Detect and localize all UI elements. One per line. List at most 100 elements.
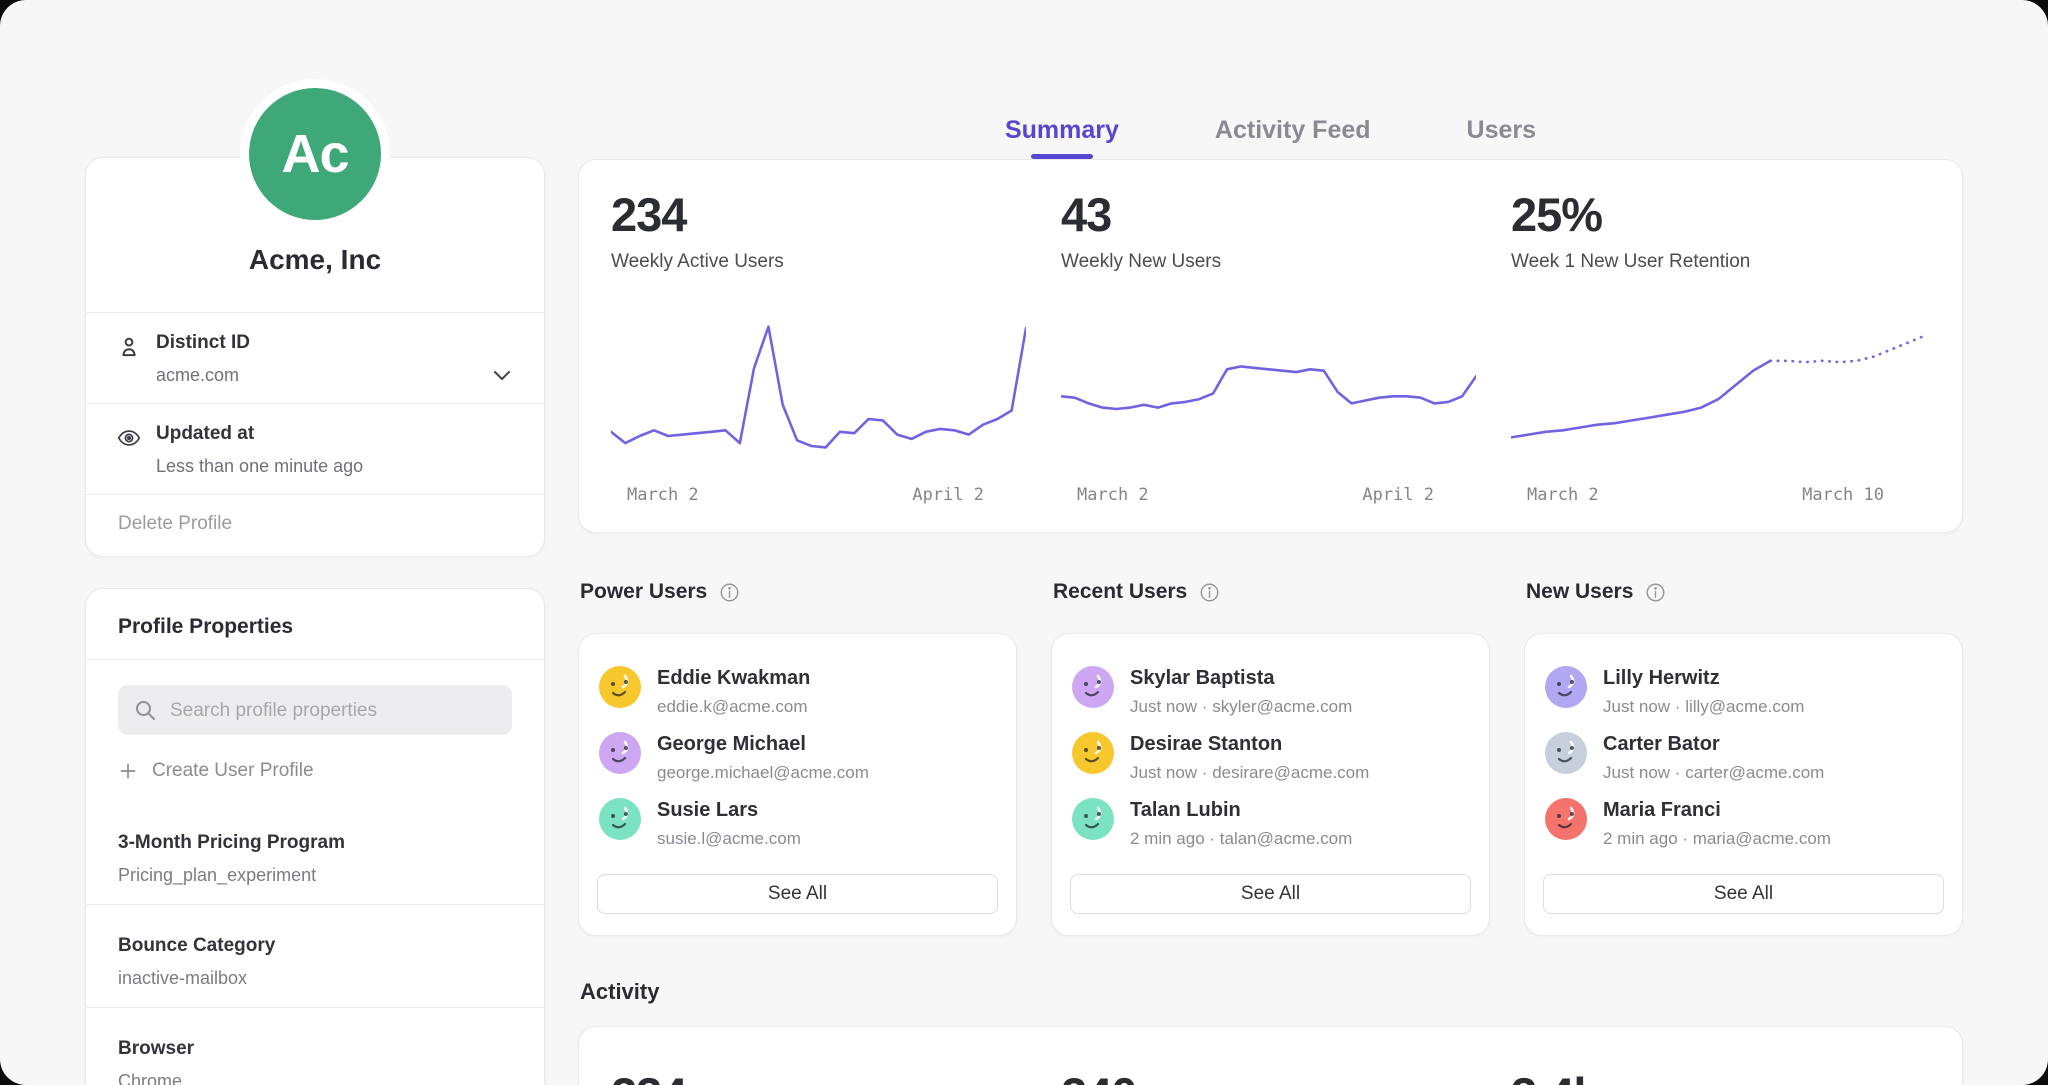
tab-users[interactable]: Users: [1465, 112, 1539, 159]
user-list-item[interactable]: Susie Lars susie.l@acme.com: [599, 798, 994, 849]
user-list-item[interactable]: Skylar BaptistaJust now · skyler@acme.co…: [1072, 666, 1467, 717]
eye-icon: [116, 425, 142, 451]
user-name: Maria Franci: [1603, 798, 1831, 822]
company-avatar: Ac: [249, 88, 381, 220]
section-header: New Users: [1526, 578, 1963, 606]
property-row-browser[interactable]: Browser Chrome: [86, 1007, 544, 1085]
tab-summary[interactable]: Summary: [1003, 112, 1121, 159]
user-name: Carter Bator: [1603, 732, 1824, 756]
chart-x-axis: March 2 March 10: [1511, 485, 1926, 505]
user-info: Talan Lubin2 min ago · talan@acme.com: [1130, 798, 1352, 849]
chart-x-axis: March 2 April 2: [1061, 485, 1476, 505]
user-detail: eddie.k@acme.com: [657, 697, 810, 717]
search-input[interactable]: [168, 685, 500, 737]
user-name: Susie Lars: [657, 798, 801, 822]
user-detail: susie.l@acme.com: [657, 829, 801, 849]
profile-field-distinct-id[interactable]: Distinct ID acme.com: [86, 313, 544, 404]
see-all-button[interactable]: See All: [1543, 874, 1944, 914]
activity-stat-value: 234: [611, 1071, 1026, 1085]
profile-field-value: acme.com: [156, 365, 512, 386]
user-name: Skylar Baptista: [1130, 666, 1352, 690]
property-row-3-month-pricing-program[interactable]: 3-Month Pricing Program Pricing_plan_expe…: [86, 802, 544, 904]
stat-label: Weekly New Users: [1061, 251, 1476, 273]
info-icon[interactable]: [1198, 581, 1221, 604]
user-name: Talan Lubin: [1130, 798, 1352, 822]
line-chart-weekly-active-users: [611, 313, 1026, 471]
activity-stat: 240: [1061, 1071, 1476, 1085]
x-axis-end-label: April 2: [1362, 485, 1434, 505]
user-name: George Michael: [657, 732, 869, 756]
user-avatar: [599, 798, 641, 840]
user-list-item[interactable]: Talan Lubin2 min ago · talan@acme.com: [1072, 798, 1467, 849]
property-value: Pricing_plan_experiment: [118, 865, 512, 886]
create-user-profile-button[interactable]: Create User Profile: [118, 760, 512, 782]
activity-stat-value: 240: [1061, 1071, 1476, 1085]
user-name: Lilly Herwitz: [1603, 666, 1804, 690]
property-row-bounce-category[interactable]: Bounce Categoryinactive-mailbox: [86, 904, 544, 1007]
tab-bar: Summary Activity Feed Users: [578, 112, 1963, 159]
chevron-down-icon[interactable]: [490, 363, 514, 387]
summary-stat-weekly-active-users: 234 Weekly Active Users March 2 April 2: [611, 191, 1026, 532]
x-axis-start-label: March 2: [627, 485, 699, 505]
user-name: Eddie Kwakman: [657, 666, 810, 690]
property-value: Chrome: [118, 1071, 512, 1085]
line-chart-weekly-new-users: [1061, 313, 1476, 471]
profile-field-updated-at: Updated atLess than one minute ago: [86, 404, 544, 495]
user-avatar: [1545, 732, 1587, 774]
property-value: inactive-mailbox: [118, 968, 512, 989]
user-list-item[interactable]: Carter Bator Just now · carter@acme.com: [1545, 732, 1940, 783]
stat-label: Weekly Active Users: [611, 251, 1026, 273]
user-list-item[interactable]: George Michael george.michael@acme.com: [599, 732, 994, 783]
user-info: Skylar BaptistaJust now · skyler@acme.co…: [1130, 666, 1352, 717]
section-header: Power Users: [580, 578, 1017, 606]
user-info: Lilly HerwitzJust now · lilly@acme.com: [1603, 666, 1804, 717]
see-all-button[interactable]: See All: [1070, 874, 1471, 914]
user-list-item[interactable]: Maria Franci2 min ago · maria@acme.com: [1545, 798, 1940, 849]
delete-profile-button[interactable]: Delete Profile: [86, 495, 544, 553]
info-icon[interactable]: [1644, 581, 1667, 604]
stat-value: 25%: [1511, 191, 1926, 238]
stat-label: Week 1 New User Retention: [1511, 251, 1926, 273]
see-all-button[interactable]: See All: [597, 874, 998, 914]
user-info: Carter Bator Just now · carter@acme.com: [1603, 732, 1824, 783]
user-list-item[interactable]: Lilly HerwitzJust now · lilly@acme.com: [1545, 666, 1940, 717]
user-avatar: [1072, 732, 1114, 774]
user-info: George Michael george.michael@acme.com: [657, 732, 869, 783]
user-avatar: [599, 666, 641, 708]
user-info: Maria Franci2 min ago · maria@acme.com: [1603, 798, 1831, 849]
user-detail: george.michael@acme.com: [657, 763, 869, 783]
property-name: Browser: [118, 1038, 512, 1060]
profile-properties-title: Profile Properties: [86, 589, 544, 660]
person-icon: [116, 334, 142, 360]
x-axis-end-label: April 2: [912, 485, 984, 505]
x-axis-start-label: March 2: [1077, 485, 1149, 505]
x-axis-start-label: March 2: [1527, 485, 1599, 505]
profile-field-label: Distinct ID: [156, 332, 512, 354]
x-axis-end-label: March 10: [1802, 485, 1884, 505]
user-avatar: [1072, 666, 1114, 708]
user-section-power-users: Power Users Eddie Kwakman eddie.k@acme.com…: [578, 578, 1017, 936]
search-icon: [133, 698, 157, 722]
user-sections-row: Power Users Eddie Kwakman eddie.k@acme.com…: [578, 578, 1963, 936]
user-list-item[interactable]: Eddie Kwakman eddie.k@acme.com: [599, 666, 994, 717]
info-icon[interactable]: [718, 581, 741, 604]
profile-field-list: Distinct ID acme.com Updated atLess than o…: [86, 312, 544, 553]
property-name: 3-Month Pricing Program: [118, 832, 512, 854]
plus-icon: [118, 761, 138, 781]
user-info: Desirae Stanton Just now · desirare@acme.…: [1130, 732, 1369, 783]
user-detail: Just now · desirare@acme.com: [1130, 763, 1369, 783]
summary-stats-card: 234 Weekly Active Users March 2 April 2 43 We…: [578, 159, 1963, 533]
user-list-card: Lilly HerwitzJust now · lilly@acme.com Ca…: [1524, 633, 1963, 936]
profile-properties-search[interactable]: [118, 685, 512, 735]
section-title: New Users: [1526, 580, 1633, 604]
user-detail: Just now · carter@acme.com: [1603, 763, 1824, 783]
tab-activity-feed[interactable]: Activity Feed: [1213, 112, 1373, 159]
activity-stat-value: 3.4k: [1511, 1071, 1926, 1085]
stat-value: 43: [1061, 191, 1476, 238]
user-name: Desirae Stanton: [1130, 732, 1369, 756]
stat-value: 234: [611, 191, 1026, 238]
profile-properties-card: Profile Properties Create User Profile 3…: [85, 588, 545, 1085]
summary-stat-week-1-new-user-retention: 25%Week 1 New User RetentionMarch 2March…: [1511, 191, 1926, 532]
user-list-item[interactable]: Desirae Stanton Just now · desirare@acme.…: [1072, 732, 1467, 783]
create-user-profile-label: Create User Profile: [152, 760, 314, 782]
